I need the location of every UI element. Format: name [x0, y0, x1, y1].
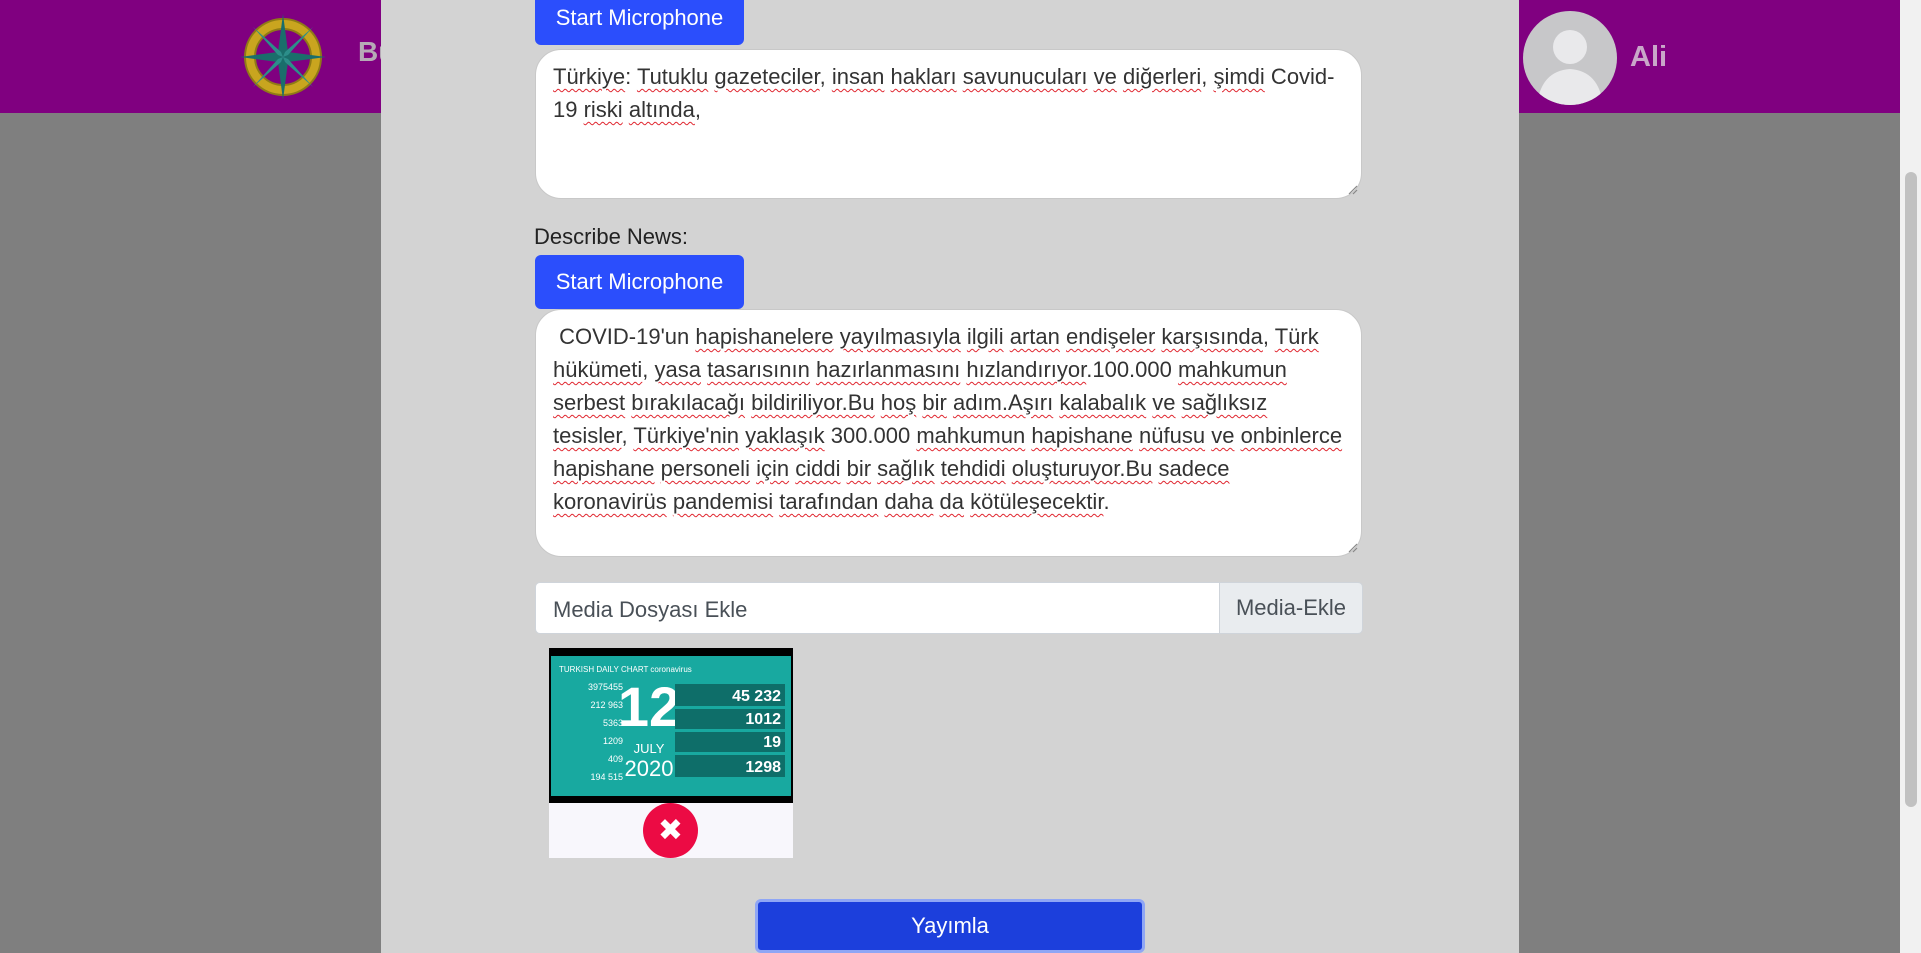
news-title-text: Türkiye: Tutuklu gazeteciler, insan hakl… [553, 64, 1335, 122]
thumb-right-number: 45 232 [732, 688, 781, 705]
media-add-button[interactable]: Media-Ekle [1219, 582, 1363, 634]
publish-button[interactable]: Yayımla [755, 899, 1145, 953]
news-description-textarea[interactable]: COVID-19'un hapishanelere yayılmasıyla i… [535, 309, 1362, 557]
thumb-title: TURKISH DAILY CHART coronavirus [559, 665, 692, 674]
thumb-year: 2020 [625, 756, 674, 781]
remove-media-button[interactable]: ✖ [643, 803, 698, 858]
media-preview-card: TURKISH DAILY CHART coronavirus 3975455 … [549, 648, 793, 858]
thumb-right-number: 19 [763, 734, 781, 751]
resize-handle-icon[interactable] [1346, 183, 1358, 195]
thumb-day: 12 [618, 675, 680, 738]
media-file-input[interactable]: Media Dosyası Ekle [535, 582, 1219, 634]
username[interactable]: Ali [1630, 41, 1667, 74]
daily-chart-image: TURKISH DAILY CHART coronavirus 3975455 … [551, 656, 791, 796]
compass-logo-icon[interactable] [238, 12, 328, 102]
thumb-month: JULY [634, 741, 665, 756]
thumb-right-number: 1012 [745, 711, 781, 728]
describe-news-label: Describe News: [534, 224, 689, 249]
user-avatar[interactable] [1523, 11, 1617, 105]
news-title-textarea[interactable]: Türkiye: Tutuklu gazeteciler, insan hakl… [535, 49, 1362, 199]
thumb-left-number: 409 [608, 754, 623, 764]
close-icon: ✖ [657, 814, 684, 847]
description-start-microphone-button[interactable]: Start Microphone [535, 255, 744, 309]
scrollbar-thumb[interactable] [1905, 172, 1917, 807]
thumb-right-number: 1298 [745, 759, 781, 776]
title-start-microphone-button[interactable]: Start Microphone [535, 0, 744, 45]
news-description-text: COVID-19'un hapishanelere yayılmasıyla i… [553, 324, 1343, 514]
page-scrollbar[interactable] [1900, 0, 1921, 953]
media-thumbnail: TURKISH DAILY CHART coronavirus 3975455 … [549, 648, 793, 803]
thumb-left-number: 194 515 [590, 772, 623, 782]
resize-handle-icon[interactable] [1346, 541, 1358, 553]
